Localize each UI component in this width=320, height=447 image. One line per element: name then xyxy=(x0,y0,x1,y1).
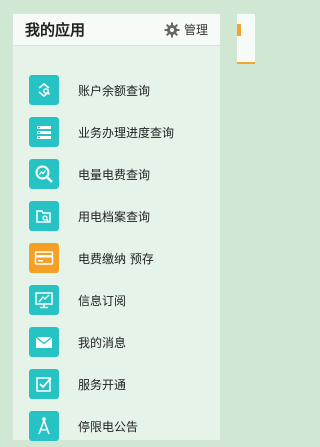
menu-item-business-progress[interactable]: 业务办理进度查询 xyxy=(13,111,220,153)
gear-icon xyxy=(164,22,180,37)
progress-list-icon xyxy=(29,117,59,147)
adjacent-panel xyxy=(236,13,255,63)
menu-item-label: 我的消息 xyxy=(78,335,127,350)
menu-item-label: 电量电费查询 xyxy=(78,167,151,182)
menu-item-label: 电费缴纳 预存 xyxy=(78,251,154,266)
menu-item-electricity-fee[interactable]: 电量电费查询 xyxy=(13,153,220,195)
panel-title: 我的应用 xyxy=(25,21,86,39)
magnifier-chart-icon xyxy=(29,159,59,189)
menu-item-label: 账户余额查询 xyxy=(78,83,151,98)
menu-item-account-balance[interactable]: 账户余额查询 xyxy=(13,69,220,111)
checkbox-icon xyxy=(29,369,59,399)
compass-icon xyxy=(29,411,59,441)
card-icon xyxy=(29,243,59,273)
menu-item-fee-payment[interactable]: 电费缴纳 预存 xyxy=(13,237,220,279)
mail-icon xyxy=(29,327,59,357)
panel-header: 我的应用 管理 xyxy=(13,14,220,46)
manage-label: 管理 xyxy=(183,23,208,37)
monitor-subscribe-icon xyxy=(29,285,59,315)
menu-item-usage-archive[interactable]: 用电档案查询 xyxy=(13,195,220,237)
menu-item-label: 用电档案查询 xyxy=(78,209,151,224)
menu-item-label: 服务开通 xyxy=(78,377,127,392)
folder-search-icon xyxy=(29,201,59,231)
menu-item-my-messages[interactable]: 我的消息 xyxy=(13,321,220,363)
adjacent-panel-accent xyxy=(237,24,241,36)
adjacent-panel-underline xyxy=(237,62,255,64)
my-apps-panel: 我的应用 管理 账户余额查询 业务办理进度查询 电量电费查询 用电档案查询 电费… xyxy=(12,13,221,441)
menu-item-label: 信息订阅 xyxy=(78,293,127,308)
menu-item-label: 业务办理进度查询 xyxy=(78,125,175,140)
menu-item-subscription[interactable]: 信息订阅 xyxy=(13,279,220,321)
account-balance-icon xyxy=(29,75,59,105)
manage-button[interactable]: 管理 xyxy=(164,21,208,38)
menu-item-service-activation[interactable]: 服务开通 xyxy=(13,363,220,405)
menu-item-label: 停限电公告 xyxy=(78,419,139,434)
